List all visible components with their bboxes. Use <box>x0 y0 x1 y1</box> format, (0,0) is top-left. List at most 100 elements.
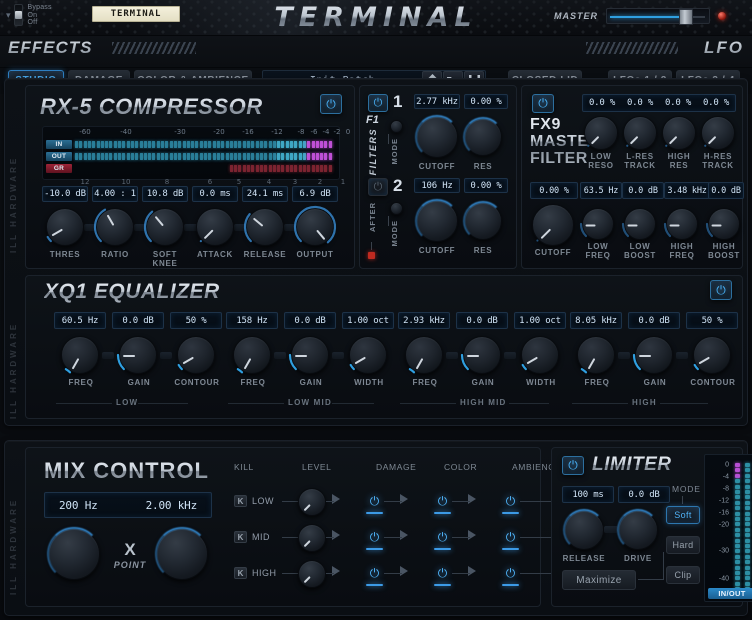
eq-low-mid-gain-knob[interactable] <box>288 336 329 374</box>
master-filter-bottom-value[interactable]: 0.00 % <box>530 182 578 199</box>
compressor-thres-value[interactable]: -10.0 dB <box>42 186 88 202</box>
limiter-release-value[interactable]: 100 ms <box>562 486 614 503</box>
mix-low-crossover-knob[interactable] <box>48 528 100 580</box>
eq-high-contour-knob[interactable] <box>693 336 731 374</box>
eq-low-freq-knob[interactable] <box>61 336 99 374</box>
master-filter-high-res-knob[interactable] <box>662 116 696 150</box>
kill-low-button[interactable]: K <box>234 495 247 507</box>
routing-low-damage-toggle[interactable]: ⏻ <box>366 493 383 514</box>
kill-high-button[interactable]: K <box>234 567 247 579</box>
limiter-maximize-button[interactable]: Maximize <box>562 570 636 590</box>
master-filter-bottom-value[interactable]: 63.5 Hz <box>580 182 622 199</box>
master-filter-power-button[interactable]: ⏻ <box>532 94 554 113</box>
compressor-soft-knee-value[interactable]: 10.8 dB <box>142 186 188 202</box>
eq-high-mid-gain-knob[interactable] <box>460 336 501 374</box>
mix-high-crossover-knob[interactable] <box>156 528 208 580</box>
eq-high-freq-knob[interactable] <box>577 336 615 374</box>
eq-high-freq-value[interactable]: 8.05 kHz <box>570 312 622 329</box>
filter2-res-value[interactable]: 0.00 % <box>464 178 508 193</box>
filter2-power-button[interactable]: ⏻ <box>368 178 388 196</box>
eq-high-mid-gain-value[interactable]: 0.0 dB <box>456 312 508 329</box>
master-filter-high-freq-knob[interactable] <box>663 208 698 240</box>
eq-low-mid-freq-value[interactable]: 158 Hz <box>226 312 278 329</box>
eq-low-gain-value[interactable]: 0.0 dB <box>112 312 164 329</box>
master-filter-bottom-value[interactable]: 0.0 dB <box>622 182 664 199</box>
filter2-res-knob[interactable] <box>464 202 502 240</box>
limiter-release-knob[interactable] <box>564 510 604 550</box>
routing-low-level-knob[interactable] <box>298 488 326 516</box>
limiter-drive-knob[interactable] <box>618 510 658 550</box>
compressor-power-button[interactable]: ⏻ <box>320 94 342 114</box>
routing-mid-color-toggle[interactable]: ⏻ <box>434 529 451 550</box>
master-filter-top-value[interactable]: 0.0 % <box>665 98 691 108</box>
eq-high-mid-freq-value[interactable]: 2.93 kHz <box>398 312 450 329</box>
eq-low-freq-value[interactable]: 60.5 Hz <box>54 312 106 329</box>
mix-control-crossover-display[interactable]: 200 Hz 2.00 kHz <box>44 492 212 518</box>
master-slider-thumb[interactable] <box>679 9 693 25</box>
master-filter-cutoff-knob-knob[interactable] <box>532 204 574 246</box>
master-filter-bottom-value[interactable]: 0.0 dB <box>708 182 744 199</box>
compressor-output-value[interactable]: 6.9 dB <box>292 186 338 202</box>
eq-high-gain-value[interactable]: 0.0 dB <box>628 312 680 329</box>
eq-high-contour-value[interactable]: 50 % <box>686 312 738 329</box>
master-filter-top-value[interactable]: 0.0 % <box>627 98 653 108</box>
filter2-cutoff-value[interactable]: 106 Hz <box>414 178 460 193</box>
knob-value-arc <box>705 222 714 238</box>
routing-mid-level-knob[interactable] <box>298 524 326 552</box>
limiter-mode-clip-button[interactable]: Clip <box>666 566 700 584</box>
routing-high-damage-toggle[interactable]: ⏻ <box>366 565 383 586</box>
eq-low-mid-gain-value[interactable]: 0.0 dB <box>284 312 336 329</box>
filter1-cutoff-knob[interactable] <box>416 116 458 158</box>
routing-high-ambience-toggle[interactable]: ⏻ <box>502 565 519 586</box>
eq-low-contour-knob[interactable] <box>177 336 215 374</box>
eq-low-mid-width-value[interactable]: 1.00 oct <box>342 312 394 329</box>
eq-low-contour-value[interactable]: 50 % <box>170 312 222 329</box>
compressor-output-knob[interactable] <box>293 205 337 246</box>
compressor-ratio-value[interactable]: 4.00 : 1 <box>92 186 138 202</box>
master-filter-top-value[interactable]: 0.0 % <box>589 98 615 108</box>
eq-high-mid-width-value[interactable]: 1.00 oct <box>514 312 566 329</box>
master-filter-low-boost-knob[interactable] <box>621 208 656 240</box>
limiter-mode-hard-button[interactable]: Hard <box>666 536 700 554</box>
compressor-ratio-knob[interactable] <box>93 208 134 246</box>
eq-low-mid-width-knob[interactable] <box>349 336 387 374</box>
kill-mid-button[interactable]: K <box>234 531 247 543</box>
filter1-res-knob[interactable] <box>464 118 502 156</box>
filter1-power-button[interactable]: ⏻ <box>368 94 388 112</box>
filter1-res-value[interactable]: 0.00 % <box>464 94 508 109</box>
filter2-mode-knob[interactable] <box>390 202 403 215</box>
master-filter-low-freq-knob[interactable] <box>579 208 614 240</box>
compressor-soft-knee-knob[interactable] <box>143 208 184 246</box>
limiter-drive-value[interactable]: 0.0 dB <box>618 486 670 503</box>
filter2-cutoff-knob[interactable] <box>416 200 458 242</box>
master-filter-high-boost-knob[interactable] <box>705 208 740 240</box>
equalizer-power-button[interactable]: ⏻ <box>710 280 732 300</box>
filter1-mode-knob[interactable] <box>390 120 403 133</box>
compressor-attack-knob[interactable] <box>196 208 234 246</box>
limiter-mode-soft-button[interactable]: Soft <box>666 506 700 524</box>
routing-mid-ambience-toggle[interactable]: ⏻ <box>502 529 519 550</box>
routing-high-color-toggle[interactable]: ⏻ <box>434 565 451 586</box>
eq-high-mid-freq-knob[interactable] <box>405 336 443 374</box>
filter1-cutoff-value[interactable]: 2.77 kHz <box>414 94 460 109</box>
master-filter-low-reso-knob[interactable] <box>584 116 618 150</box>
routing-low-ambience-toggle[interactable]: ⏻ <box>502 493 519 514</box>
compressor-thres-knob[interactable] <box>46 208 84 246</box>
compressor-attack-value[interactable]: 0.0 ms <box>192 186 238 202</box>
compressor-release-knob[interactable] <box>243 208 284 246</box>
compressor-release-value[interactable]: 24.1 ms <box>242 186 288 202</box>
limiter-power-button[interactable]: ⏻ <box>562 456 584 475</box>
master-filter-bottom-value[interactable]: 3.48 kHz <box>664 182 710 199</box>
eq-high-mid-width-knob[interactable] <box>521 336 559 374</box>
master-volume-slider[interactable] <box>606 8 710 25</box>
limiter-inout-button[interactable]: IN/OUT <box>708 588 752 599</box>
eq-high-gain-knob[interactable] <box>632 336 673 374</box>
routing-mid-damage-toggle[interactable]: ⏻ <box>366 529 383 550</box>
routing-low-color-toggle[interactable]: ⏻ <box>434 493 451 514</box>
master-filter-top-value[interactable]: 0.0 % <box>703 98 729 108</box>
master-filter-l-res-track-knob[interactable] <box>623 116 657 150</box>
master-filter-h-res-track-knob[interactable] <box>701 116 735 150</box>
routing-high-level-knob[interactable] <box>298 560 326 588</box>
eq-low-mid-freq-knob[interactable] <box>233 336 271 374</box>
eq-low-gain-knob[interactable] <box>116 336 157 374</box>
